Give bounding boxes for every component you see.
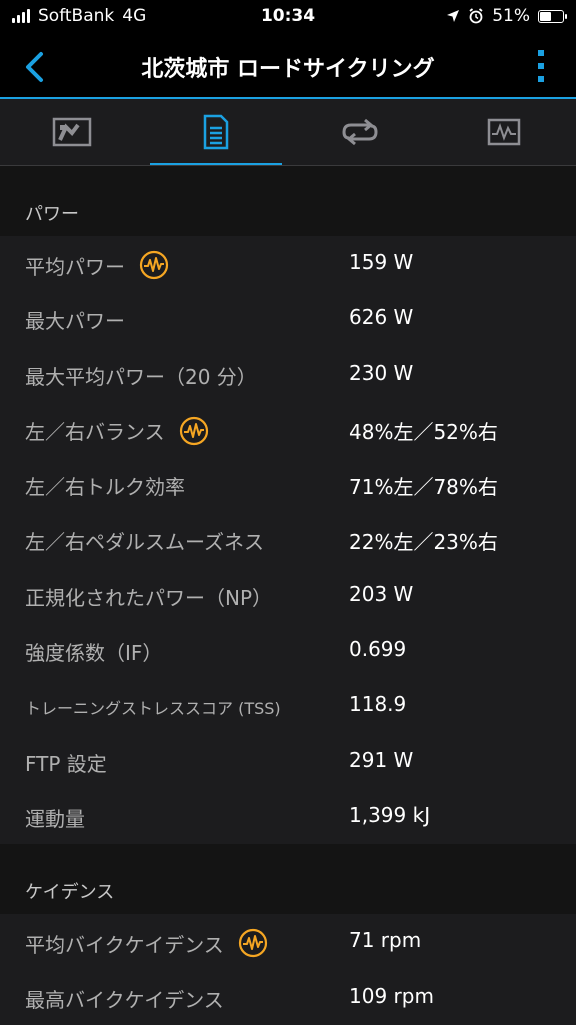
cadence-list: 平均バイクケイデンス 71 rpm 最高バイクケイデンス 109 rpm: [0, 914, 576, 1025]
stat-row: 最大平均パワー（20 分） 230 W: [0, 346, 576, 402]
stat-value: 230 W: [349, 360, 414, 385]
stat-value: 48%左／52%右: [349, 419, 498, 444]
stat-value: 291 W: [349, 747, 414, 772]
power-list: 平均パワー 159 W 最大パワー 626 W 最大平均パワー（20 分） 230 W 左／…: [0, 236, 576, 845]
tab-stats[interactable]: [144, 99, 288, 165]
tab-overview[interactable]: [0, 99, 144, 165]
stat-label: 平均バイクケイデンス: [25, 928, 268, 958]
tab-laps[interactable]: [288, 99, 432, 165]
more-vertical-icon[interactable]: [536, 46, 546, 86]
stat-row: 最高バイクケイデンス 109 rpm: [0, 969, 576, 1025]
stat-row: 平均パワー 159 W: [0, 236, 576, 292]
stat-value: 0.699: [349, 637, 407, 662]
tab-bar: [0, 99, 576, 166]
battery-icon: [538, 9, 567, 23]
stat-value: 109 rpm: [349, 983, 434, 1008]
stat-label-text: 最大パワー: [25, 309, 125, 334]
stat-row: 平均バイクケイデンス 71 rpm: [0, 914, 576, 970]
stat-value: 159 W: [349, 250, 414, 274]
stat-label-text: 左／右ペダルスムーズネス: [25, 530, 264, 555]
stat-row: 左／右バランス 48%左／52%右: [0, 401, 576, 458]
stat-label: 運動量: [25, 803, 85, 832]
status-right: 51%: [446, 6, 567, 26]
stat-value: 71 rpm: [349, 928, 422, 953]
performance-wave-icon[interactable]: [238, 928, 268, 958]
stat-value: 203 W: [349, 581, 414, 606]
loop-arrows-icon: [342, 118, 378, 146]
section-title: ケイデンス: [25, 882, 115, 904]
stat-label: 最大平均パワー（20 分）: [25, 361, 257, 390]
stat-label-text: FTP 設定: [25, 751, 107, 776]
stat-label: 左／右トルク効率: [25, 471, 185, 500]
app-bar: 北茨城市 ロードサイクリング: [0, 34, 576, 98]
stat-row: 左／右ペダルスムーズネス 22%左／23%右: [0, 512, 576, 568]
performance-wave-icon[interactable]: [179, 416, 209, 446]
battery-percent: 51%: [492, 6, 530, 26]
stat-row: トレーニングストレススコア (TSS) 118.9: [0, 678, 576, 734]
stat-label: 左／右バランス: [25, 416, 209, 446]
stat-label-text: 運動量: [25, 806, 85, 831]
stats-content[interactable]: パワー 平均パワー 159 W 最大パワー 626 W 最大平均パワー（20 分） 230…: [0, 166, 576, 1025]
section-title: パワー: [25, 204, 79, 225]
stat-label: 平均パワー: [25, 250, 169, 280]
stat-row: 運動量 1,399 kJ: [0, 788, 576, 845]
alarm-icon: [469, 8, 483, 24]
stat-label: FTP 設定: [25, 748, 107, 777]
stat-row: FTP 設定 291 W: [0, 733, 576, 789]
document-list-icon: [203, 114, 229, 150]
stat-label-text: 左／右トルク効率: [25, 475, 185, 500]
tab-charts[interactable]: [432, 99, 576, 165]
stat-label: 強度係数（IF）: [25, 637, 162, 666]
section-header-cadence: ケイデンス: [0, 844, 576, 915]
stat-label: 正規化されたパワー（NP）: [25, 582, 272, 611]
stat-label: 最大パワー: [25, 305, 125, 334]
stat-row: 強度係数（IF） 0.699: [0, 623, 576, 679]
chevron-left-icon[interactable]: [20, 50, 50, 84]
stat-label-text: 平均パワー: [25, 254, 125, 279]
stat-label: トレーニングストレススコア (TSS): [25, 695, 281, 719]
stat-label: 左／右ペダルスムーズネス: [25, 526, 264, 555]
stat-value: 22%左／23%右: [349, 530, 498, 555]
stat-row: 最大パワー 626 W: [0, 291, 576, 347]
status-bar: SoftBank 4G 10:34 51%: [0, 0, 576, 34]
stat-label-text: 強度係数（IF）: [25, 641, 163, 666]
stat-value: 626 W: [349, 305, 414, 330]
stat-row: 左／右トルク効率 71%左／78%右: [0, 457, 576, 513]
stat-label-text: 左／右バランス: [25, 420, 165, 445]
stat-label-text: 最高バイクケイデンス: [25, 987, 224, 1012]
location-arrow-icon: [447, 10, 460, 22]
performance-wave-icon[interactable]: [139, 250, 169, 280]
stat-label: 最高バイクケイデンス: [25, 984, 224, 1013]
map-overview-icon: [52, 117, 92, 147]
stat-label-text: 最大平均パワー（20 分）: [25, 364, 257, 389]
stat-value: 1,399 kJ: [349, 802, 431, 827]
stat-value: 118.9: [349, 692, 407, 717]
stat-label-text: 正規化されたパワー（NP）: [25, 585, 273, 610]
chart-pulse-icon: [487, 118, 521, 146]
stat-value: 71%左／78%右: [349, 475, 498, 500]
section-header-power: パワー: [0, 166, 576, 236]
stat-label-text: 平均バイクケイデンス: [25, 932, 224, 957]
stat-label-text: トレーニングストレススコア (TSS): [25, 699, 281, 719]
stat-row: 正規化されたパワー（NP） 203 W: [0, 567, 576, 624]
page-title: 北茨城市 ロードサイクリング: [141, 57, 435, 82]
